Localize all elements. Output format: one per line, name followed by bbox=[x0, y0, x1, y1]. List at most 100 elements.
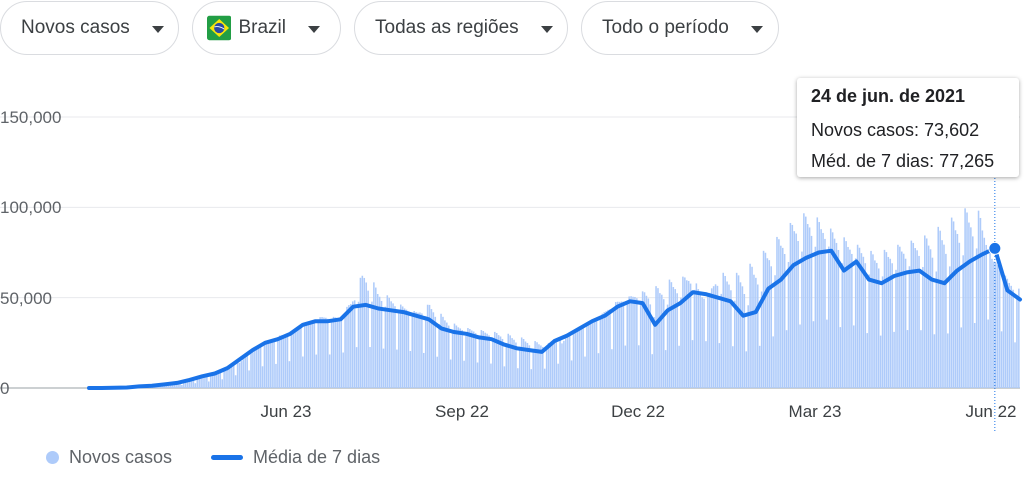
daily-cases-bar bbox=[864, 263, 867, 388]
daily-cases-bar bbox=[534, 341, 536, 388]
daily-cases-bar bbox=[737, 275, 740, 388]
daily-cases-bar bbox=[256, 348, 258, 388]
daily-cases-bar bbox=[449, 359, 452, 388]
daily-cases-bar bbox=[315, 354, 318, 388]
daily-cases-bar bbox=[805, 216, 807, 388]
daily-cases-bar bbox=[755, 277, 757, 388]
daily-cases-bar bbox=[563, 340, 565, 388]
metric-dropdown[interactable]: Novos casos bbox=[0, 1, 179, 55]
daily-cases-bar bbox=[555, 341, 557, 388]
daily-cases-bar bbox=[590, 322, 592, 388]
daily-cases-bar bbox=[778, 239, 780, 388]
daily-cases-bar bbox=[701, 297, 703, 388]
daily-cases-bar bbox=[634, 296, 636, 388]
daily-cases-bar bbox=[697, 289, 700, 388]
region-dropdown[interactable]: Todas as regiões bbox=[354, 1, 568, 55]
legend-average-label: Média de 7 dias bbox=[253, 447, 381, 467]
daily-cases-bar bbox=[223, 370, 225, 388]
daily-cases-bar bbox=[549, 343, 552, 388]
daily-cases-bar bbox=[490, 363, 492, 388]
daily-cases-bar bbox=[586, 324, 588, 388]
daily-cases-bar bbox=[904, 258, 907, 388]
daily-cases-bar bbox=[561, 343, 563, 388]
daily-cases-bar bbox=[897, 244, 899, 388]
daily-cases-bar bbox=[505, 343, 508, 388]
daily-cases-bar bbox=[866, 333, 868, 388]
daily-cases-bar bbox=[417, 312, 419, 388]
daily-cases-bar bbox=[307, 321, 310, 388]
daily-cases-bar bbox=[741, 286, 744, 388]
daily-cases-bar bbox=[353, 300, 356, 388]
daily-cases-bar bbox=[948, 266, 951, 388]
daily-cases-bar bbox=[344, 314, 346, 388]
daily-cases-bar bbox=[584, 356, 586, 388]
daily-cases-bar bbox=[956, 233, 959, 388]
chevron-down-icon bbox=[540, 25, 553, 33]
daily-cases-bar bbox=[607, 309, 609, 388]
metric-dropdown-label: Novos casos bbox=[21, 17, 130, 38]
daily-cases-bar bbox=[211, 374, 214, 388]
daily-cases-bar bbox=[799, 324, 801, 388]
daily-cases-bar bbox=[601, 313, 604, 388]
daily-cases-bar bbox=[709, 292, 711, 388]
daily-cases-bar bbox=[862, 256, 865, 388]
daily-cases-bar bbox=[574, 329, 577, 388]
daily-cases-bar bbox=[958, 242, 961, 388]
daily-cases-bar bbox=[578, 328, 581, 388]
y-tick-label: 100,000 bbox=[0, 198, 61, 217]
daily-cases-bar bbox=[545, 346, 548, 388]
daily-cases-bar bbox=[282, 335, 285, 388]
daily-cases-bar bbox=[1008, 282, 1011, 388]
daily-cases-bar bbox=[881, 276, 884, 388]
daily-cases-bar bbox=[922, 266, 924, 388]
daily-cases-bar bbox=[407, 311, 410, 388]
daily-cases-bar bbox=[973, 323, 976, 388]
daily-cases-bar bbox=[937, 226, 939, 388]
tooltip-average: Méd. de 7 dias: 77,265 bbox=[811, 151, 995, 171]
daily-cases-bar bbox=[361, 275, 364, 388]
daily-cases-bar bbox=[664, 350, 667, 388]
daily-cases-bar bbox=[611, 349, 613, 388]
daily-cases-bar bbox=[474, 333, 477, 388]
daily-cases-bar bbox=[891, 263, 893, 388]
daily-cases-bar bbox=[670, 282, 673, 388]
daily-cases-bar bbox=[257, 347, 260, 388]
daily-cases-bar bbox=[693, 289, 696, 388]
daily-cases-bar bbox=[302, 356, 304, 388]
daily-cases-bar bbox=[357, 301, 360, 388]
daily-cases-bar bbox=[263, 343, 266, 388]
daily-cases-bar bbox=[899, 246, 901, 388]
brazil-flag-icon bbox=[207, 15, 232, 41]
x-tick-label: Dec 22 bbox=[611, 402, 665, 421]
y-tick-label: 150,000 bbox=[0, 108, 61, 127]
daily-cases-bar bbox=[467, 328, 469, 388]
daily-cases-bar bbox=[588, 323, 590, 388]
daily-cases-bar bbox=[703, 298, 705, 388]
daily-cases-bar bbox=[518, 346, 521, 388]
daily-cases-bar bbox=[411, 313, 414, 388]
daily-cases-bar bbox=[887, 256, 890, 388]
daily-cases-bar bbox=[666, 304, 669, 388]
daily-cases-bar bbox=[365, 282, 367, 388]
daily-cases-bar bbox=[492, 338, 494, 388]
period-dropdown[interactable]: Todo o período bbox=[581, 1, 779, 55]
daily-cases-bar bbox=[912, 242, 915, 388]
daily-cases-bar bbox=[390, 301, 392, 388]
daily-cases-bar bbox=[739, 282, 742, 388]
daily-cases-bar bbox=[929, 249, 932, 388]
daily-cases-bar bbox=[753, 274, 755, 388]
daily-cases-bar bbox=[808, 227, 811, 388]
daily-cases-bar bbox=[530, 369, 533, 388]
daily-cases-bar bbox=[532, 348, 534, 388]
country-dropdown[interactable]: Brazil bbox=[192, 1, 341, 55]
daily-cases-bar bbox=[636, 298, 638, 388]
daily-cases-bar bbox=[1018, 288, 1020, 388]
daily-cases-bar bbox=[273, 338, 275, 388]
daily-cases-bar bbox=[968, 222, 970, 388]
daily-cases-bar bbox=[261, 366, 264, 388]
daily-cases-bar bbox=[405, 309, 408, 388]
daily-cases-bar bbox=[269, 339, 271, 388]
daily-cases-bar bbox=[330, 319, 333, 388]
daily-cases-bar bbox=[384, 306, 387, 388]
daily-cases-bar bbox=[597, 353, 600, 388]
